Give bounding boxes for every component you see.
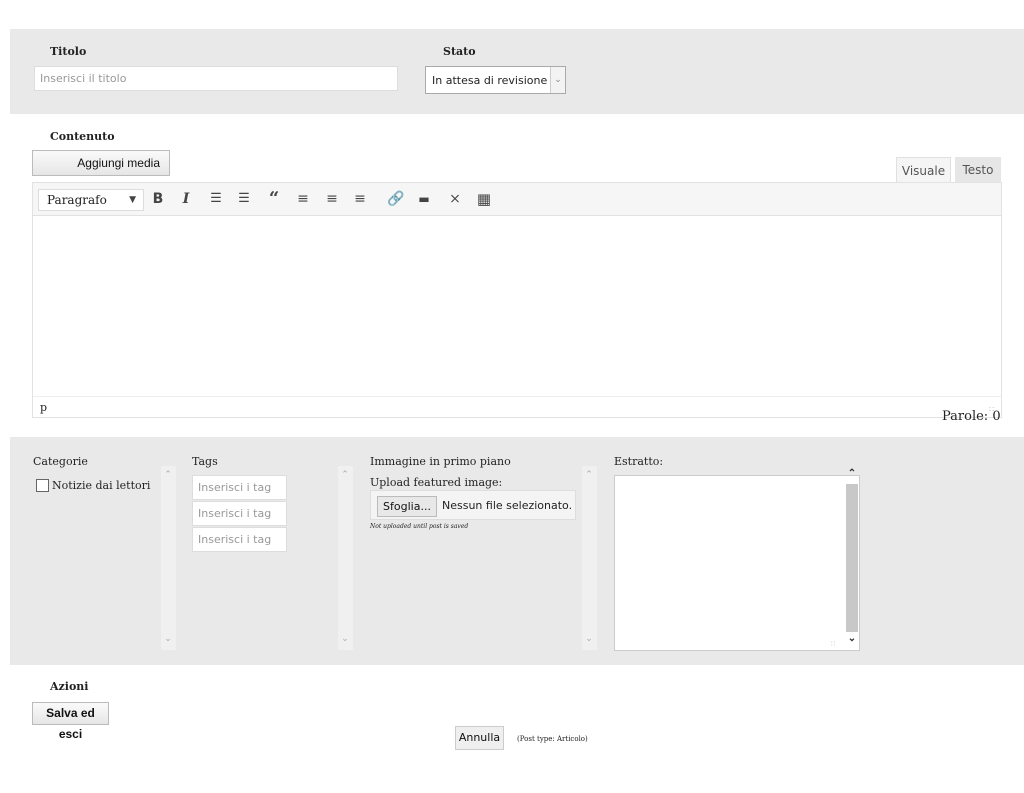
category-label: Notizie dai lettori: [52, 479, 151, 492]
blockquote-icon[interactable]: “: [264, 187, 284, 211]
toolbar-toggle-icon[interactable]: ▦: [474, 187, 494, 211]
element-path: p: [40, 401, 48, 414]
tab-visual-label: Visuale: [901, 164, 946, 178]
content-label: Contenuto: [50, 130, 115, 143]
tag-input-1[interactable]: [192, 475, 287, 500]
scroll-up-icon[interactable]: ⌃: [582, 470, 596, 480]
status-label: Stato: [443, 45, 476, 58]
scroll-up-icon[interactable]: ⌃: [338, 470, 352, 480]
tab-text-label: Testo: [962, 163, 994, 177]
resize-handle-icon[interactable]: ∷: [989, 405, 994, 414]
editor-status-bar: [33, 396, 1001, 417]
cancel-label: Annulla: [458, 731, 501, 744]
scroll-down-icon[interactable]: ⌄: [338, 634, 352, 644]
scroll-down-icon[interactable]: ⌄: [582, 634, 596, 644]
scroll-up-icon[interactable]: ⌃: [846, 468, 858, 479]
featured-image-label: Immagine in primo piano: [370, 455, 511, 468]
tab-visual[interactable]: Visuale: [896, 157, 951, 183]
fullscreen-icon[interactable]: ⨯: [445, 187, 465, 211]
save-exit-label: Salva ed esci: [46, 706, 95, 741]
tag-input-3[interactable]: [192, 527, 287, 552]
categories-scrollbar[interactable]: [161, 466, 176, 650]
read-more-icon[interactable]: ▬: [414, 187, 434, 211]
excerpt-scroll-thumb[interactable]: [846, 484, 858, 632]
post-type-text: (Post type: Articolo): [517, 735, 588, 743]
align-center-icon[interactable]: ≡: [322, 187, 342, 211]
format-select[interactable]: Paragrafo ▼: [38, 189, 144, 211]
actions-label: Azioni: [50, 680, 89, 693]
status-select[interactable]: In attesa di revisione ⌄: [425, 66, 566, 94]
excerpt-textarea[interactable]: [614, 475, 860, 651]
title-input[interactable]: [34, 66, 398, 91]
resize-handle-icon[interactable]: ∷: [831, 640, 835, 648]
category-checkbox[interactable]: [36, 479, 49, 492]
add-media-label: Aggiungi media: [77, 156, 160, 170]
save-exit-button[interactable]: Salva ed esci: [32, 702, 109, 741]
tag-input-2[interactable]: [192, 501, 287, 526]
italic-icon[interactable]: I: [176, 187, 196, 211]
title-label: Titolo: [50, 45, 87, 58]
browse-button[interactable]: Sfoglia...: [377, 496, 437, 517]
dropdown-arrow-icon: ▼: [129, 195, 136, 205]
cancel-button[interactable]: Annulla: [455, 726, 504, 750]
bold-icon[interactable]: B: [148, 187, 168, 211]
align-left-icon[interactable]: ≡: [293, 187, 313, 211]
scroll-up-icon[interactable]: ⌃: [161, 470, 175, 480]
category-item[interactable]: Notizie dai lettori: [36, 479, 150, 492]
scroll-down-icon[interactable]: ⌄: [161, 634, 175, 644]
featured-scrollbar[interactable]: [582, 466, 597, 650]
no-file-text: Nessun file selezionato.: [442, 499, 573, 512]
browse-button-label: Sfoglia...: [383, 500, 431, 513]
tags-scrollbar[interactable]: [338, 466, 353, 650]
upload-label: Upload featured image:: [370, 476, 503, 489]
excerpt-label: Estratto:: [614, 455, 664, 468]
numbered-list-icon[interactable]: ☰: [234, 187, 254, 211]
add-media-button[interactable]: Aggiungi media: [32, 150, 170, 176]
tags-label: Tags: [192, 455, 218, 468]
scroll-down-icon[interactable]: ⌄: [846, 633, 858, 644]
format-select-value: Paragrafo: [47, 193, 107, 207]
link-icon[interactable]: 🔗: [386, 187, 406, 211]
categories-label: Categorie: [33, 455, 88, 468]
align-right-icon[interactable]: ≡: [350, 187, 370, 211]
status-value: In attesa di revisione: [432, 74, 548, 87]
chevron-down-icon: ⌄: [550, 67, 565, 93]
bullet-list-icon[interactable]: ☰: [206, 187, 226, 211]
tab-text[interactable]: Testo: [955, 157, 1001, 183]
editor-body[interactable]: [33, 216, 1001, 396]
upload-note: Not uploaded until post is saved: [370, 523, 469, 530]
